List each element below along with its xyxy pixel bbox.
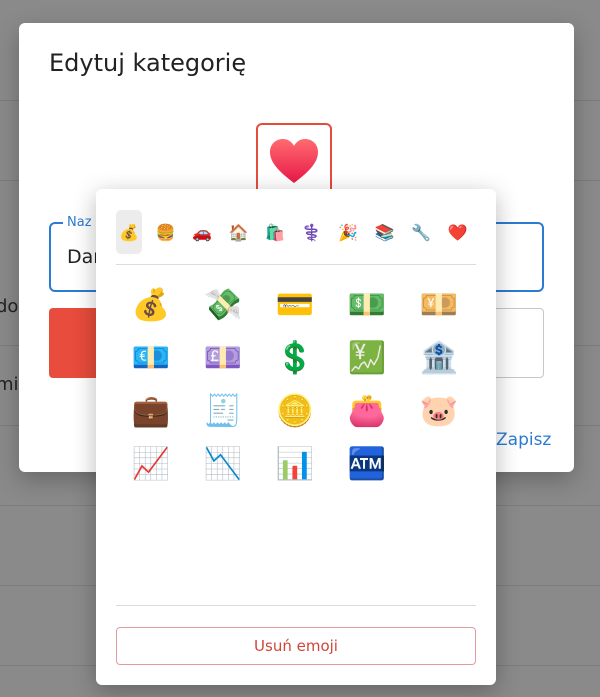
pound-banknote-icon[interactable]: 💷 bbox=[201, 336, 245, 380]
category-tab-shopping-bags[interactable]: 🛍️ bbox=[262, 210, 288, 254]
category-tab-money-bag[interactable]: 💰 bbox=[116, 210, 142, 254]
category-tab-heart[interactable]: ❤️ bbox=[445, 210, 471, 254]
category-tab-medical[interactable]: ⚕️ bbox=[299, 210, 325, 254]
car-icon: 🚗 bbox=[192, 222, 212, 242]
briefcase-icon[interactable]: 💼 bbox=[129, 389, 173, 433]
euro-banknote-icon[interactable]: 💶 bbox=[129, 336, 173, 380]
medical-icon: ⚕️ bbox=[301, 222, 322, 242]
category-tab-wrench[interactable]: 🔧 bbox=[408, 210, 434, 254]
coin-icon[interactable]: 🪙 bbox=[273, 389, 317, 433]
emoji-selector-button[interactable] bbox=[256, 123, 332, 199]
secondary-field[interactable] bbox=[489, 308, 544, 378]
house-icon: 🏠 bbox=[228, 222, 249, 242]
heart-icon bbox=[270, 139, 318, 183]
wrench-icon: 🔧 bbox=[411, 222, 431, 242]
background-row-text: do bbox=[0, 296, 19, 317]
party-popper-icon: 🎉 bbox=[338, 222, 358, 242]
category-tab-burger[interactable]: 🍔 bbox=[153, 210, 179, 254]
save-button[interactable]: Zapisz bbox=[496, 430, 551, 450]
chart-increasing-icon[interactable]: 📈 bbox=[129, 442, 173, 486]
category-tab-books[interactable]: 📚 bbox=[372, 210, 398, 254]
pig-face-icon[interactable]: 🐷 bbox=[417, 389, 461, 433]
background-row-text: mi bbox=[0, 374, 19, 395]
credit-card-icon[interactable]: 💳 bbox=[273, 283, 317, 327]
money-bag-icon: 💰 bbox=[119, 222, 139, 242]
heart-icon: ❤️ bbox=[447, 222, 468, 242]
footer-divider bbox=[116, 605, 476, 606]
chart-with-yen-icon[interactable]: 💹 bbox=[345, 336, 389, 380]
money-bag-icon[interactable]: 💰 bbox=[129, 283, 173, 327]
shopping-bags-icon: 🛍️ bbox=[265, 222, 285, 242]
bar-chart-icon[interactable]: 📊 bbox=[273, 442, 317, 486]
dollar-sign-icon[interactable]: 💲 bbox=[273, 336, 317, 380]
receipt-icon[interactable]: 🧾 bbox=[201, 389, 245, 433]
books-icon: 📚 bbox=[374, 222, 395, 242]
dollar-banknote-icon[interactable]: 💵 bbox=[345, 283, 389, 327]
burger-icon: 🍔 bbox=[155, 222, 176, 242]
name-field-label: Naz bbox=[63, 215, 96, 230]
purse-icon[interactable]: 👛 bbox=[345, 389, 389, 433]
money-with-wings-icon[interactable]: 💸 bbox=[201, 283, 245, 327]
chart-decreasing-icon[interactable]: 📉 bbox=[201, 442, 245, 486]
category-tab-car[interactable]: 🚗 bbox=[189, 210, 215, 254]
emoji-picker: 💰 🍔 🚗 🏠 🛍️ ⚕️ 🎉 📚 🔧 ❤️ 💰 💸 💳 💵 💴 💶 💷 💲 💹 🏦 💼 🧾 🪙 👛 🐷 📈 📉 📊 🏧 Usuń e… bbox=[96, 189, 496, 685]
tabs-divider bbox=[116, 264, 476, 265]
dialog-title: Edytuj kategorię bbox=[49, 49, 247, 77]
bank-icon[interactable]: 🏦 bbox=[417, 336, 461, 380]
category-tab-party-popper[interactable]: 🎉 bbox=[335, 210, 361, 254]
category-tab-house[interactable]: 🏠 bbox=[226, 210, 252, 254]
remove-emoji-button[interactable]: Usuń emoji bbox=[116, 627, 476, 665]
atm-icon[interactable]: 🏧 bbox=[345, 442, 389, 486]
yen-banknote-icon[interactable]: 💴 bbox=[417, 283, 461, 327]
